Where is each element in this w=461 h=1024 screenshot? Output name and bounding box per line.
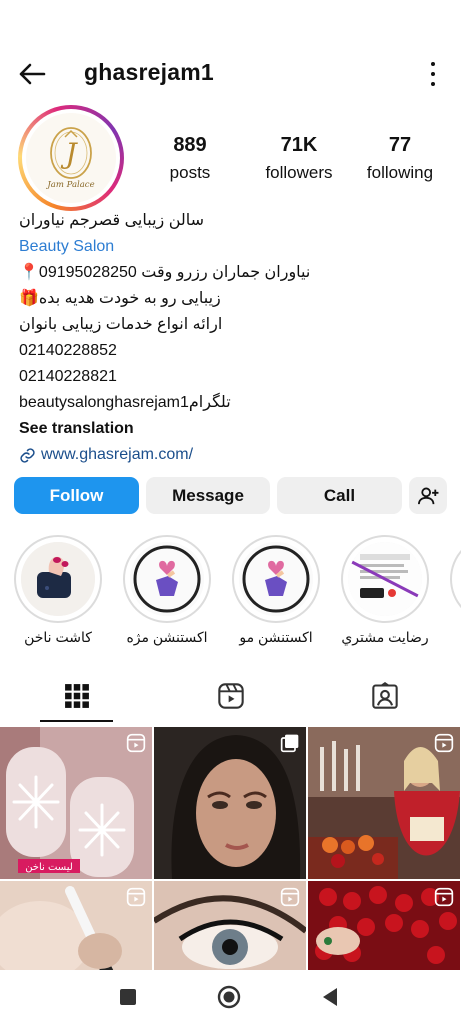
more-options-button[interactable]: [429, 62, 437, 86]
highlight-label: اکستنشن مو: [239, 629, 313, 645]
posts-count: 889: [173, 134, 207, 156]
bio-phone-2: 02140228821: [19, 368, 117, 385]
follow-button[interactable]: Follow: [14, 477, 139, 514]
post-thumbnail[interactable]: [154, 727, 306, 879]
profile-header: ghasrejam1: [0, 50, 461, 98]
posts-grid: لیست ناخن: [0, 727, 461, 970]
reels-icon: [434, 887, 454, 907]
website-link[interactable]: www.ghasrejam.com/: [19, 442, 449, 468]
profile-stats: 889 posts 71K followers 77 following: [150, 134, 450, 190]
post-thumbnail[interactable]: [308, 881, 460, 970]
following-label: following: [366, 163, 434, 182]
more-vertical-icon: [431, 62, 435, 66]
bio-telegram: تلگرامbeautysalonghasrejam1: [19, 394, 231, 411]
highlight-label: کاشت ناخن: [24, 629, 92, 645]
highlight-label: اکستنشن مژه: [126, 629, 208, 645]
followers-label: followers: [265, 163, 333, 182]
tagged-icon: [371, 682, 398, 709]
link-icon: [20, 447, 35, 463]
tab-posts[interactable]: [0, 670, 153, 722]
call-button[interactable]: Call: [277, 477, 402, 514]
circle-icon: [217, 985, 241, 1009]
reels-icon: [126, 733, 146, 753]
active-tab-indicator: [40, 720, 113, 722]
followers-stat[interactable]: 71K followers: [246, 134, 352, 183]
carousel-icon: [280, 734, 299, 753]
home-button[interactable]: [214, 984, 244, 1010]
square-icon: [120, 989, 136, 1005]
post-thumbnail[interactable]: [0, 881, 152, 970]
bio-phone-1: 02140228852: [19, 342, 117, 359]
profile-username: ghasrejam1: [84, 59, 214, 85]
highlight-lash[interactable]: اکستنشن مژه: [121, 535, 213, 646]
highlight-hair[interactable]: اکستنشن مو: [230, 535, 322, 646]
bio-name: سالن زیبایی قصرجم نیاوران: [19, 212, 205, 229]
reels-icon: [126, 887, 146, 907]
recent-apps-button[interactable]: [113, 984, 143, 1010]
profile-bio: سالن زیبایی قصرجم نیاوران Beauty Salon ن…: [19, 208, 449, 468]
posts-label: posts: [169, 163, 211, 182]
following-stat[interactable]: 77 following: [356, 134, 444, 183]
back-button[interactable]: [14, 58, 50, 90]
tab-tagged[interactable]: [308, 670, 461, 722]
avatar: J Jam Palace: [26, 113, 116, 203]
bio-line-address: نیاوران جماران رزرو وقت 09195028250📍: [19, 264, 311, 281]
profile-actions: Follow Message Call: [14, 477, 447, 515]
highlight-label: رضایت مشتري: [341, 629, 429, 645]
reels-icon: [217, 683, 244, 709]
post-thumbnail[interactable]: لیست ناخن: [0, 727, 152, 879]
see-translation-link[interactable]: See translation: [19, 416, 449, 442]
reels-icon: [280, 887, 300, 907]
triangle-back-icon: [323, 988, 337, 1006]
followers-count: 71K: [280, 134, 318, 156]
following-count: 77: [388, 134, 412, 156]
bio-line-gift: زیبایی رو به خودت هدیه بده🎁: [19, 290, 221, 307]
tab-reels[interactable]: [154, 670, 307, 722]
bio-category[interactable]: Beauty Salon: [19, 234, 449, 260]
highlight-nail[interactable]: کاشت ناخن: [12, 535, 104, 646]
add-user-icon: [418, 487, 439, 504]
suggested-users-button[interactable]: [409, 477, 447, 514]
reels-icon: [434, 733, 454, 753]
bio-line-services: ارائه انواع خدمات زیبایی بانوان: [19, 316, 223, 333]
message-button[interactable]: Message: [146, 477, 270, 514]
system-back-button[interactable]: [315, 984, 345, 1010]
profile-tabs: [0, 670, 461, 722]
avatar-story-ring[interactable]: J Jam Palace: [18, 105, 124, 211]
highlight-more[interactable]: [448, 535, 461, 623]
website-url: www.ghasrejam.com/: [41, 446, 194, 463]
system-navigation-bar: [0, 970, 461, 1024]
arrow-left-icon: [19, 63, 46, 85]
posts-stat[interactable]: 889 posts: [160, 134, 220, 183]
avatar-brand-text: Jam Palace: [45, 180, 94, 190]
post-thumbnail[interactable]: [308, 727, 460, 879]
post-thumbnail[interactable]: [154, 881, 306, 970]
post-caption: لیست ناخن: [25, 862, 73, 873]
highlight-reviews[interactable]: رضایت مشتري: [339, 535, 431, 646]
story-highlights: کاشت ناخن اکستنشن مژه اکستنشن مو رضایت م…: [0, 535, 461, 655]
grid-icon: [64, 684, 89, 708]
